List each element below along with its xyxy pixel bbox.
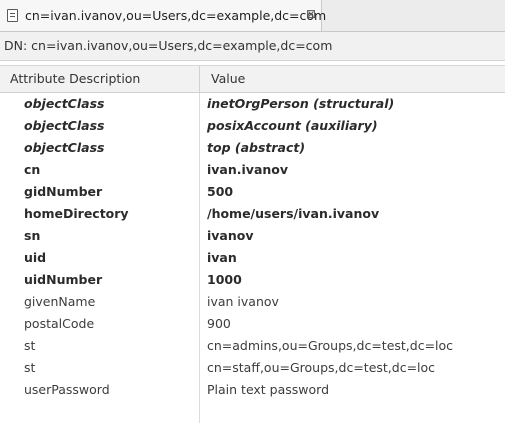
table-row[interactable]: homeDirectory/home/users/ivan.ivanov bbox=[0, 203, 505, 225]
dn-bar: DN: cn=ivan.ivanov,ou=Users,dc=example,d… bbox=[0, 32, 505, 61]
attribute-cell[interactable]: objectClass bbox=[0, 137, 200, 159]
column-header-value[interactable]: Value bbox=[201, 66, 505, 92]
attribute-cell[interactable]: cn bbox=[0, 159, 200, 181]
attribute-cell[interactable]: st bbox=[0, 357, 200, 379]
column-header-attribute-label: Attribute Description bbox=[10, 71, 141, 86]
table-row[interactable]: uid ivan bbox=[0, 247, 505, 269]
attribute-value: ivan.ivanov bbox=[207, 162, 289, 177]
tab-title[interactable]: cn=ivan.ivanov,ou=Users,dc=example,dc=co… bbox=[25, 8, 326, 23]
attribute-cell[interactable]: homeDirectory bbox=[0, 203, 200, 225]
attribute-value: posixAccount (auxiliary) bbox=[207, 118, 378, 133]
close-icon[interactable]: ⊠ bbox=[305, 8, 317, 20]
table-row[interactable]: userPassword Plain text password bbox=[0, 379, 505, 401]
attribute-cell[interactable]: sn bbox=[0, 225, 200, 247]
attribute-name: userPassword bbox=[24, 382, 110, 397]
attribute-value: 1000 bbox=[207, 272, 242, 287]
table-row[interactable]: st cn=admins,ou=Groups,dc=test,dc=loc bbox=[0, 335, 505, 357]
attribute-name: homeDirectory bbox=[24, 206, 129, 221]
attribute-cell[interactable]: userPassword bbox=[0, 379, 200, 401]
table-row[interactable]: givenName ivan ivanov bbox=[0, 291, 505, 313]
table-row[interactable]: gidNumber 500 bbox=[0, 181, 505, 203]
attribute-value: cn=staff,ou=Groups,dc=test,dc=loc bbox=[207, 360, 436, 375]
attribute-cell[interactable]: st bbox=[0, 335, 200, 357]
table-row[interactable]: sn ivanov bbox=[0, 225, 505, 247]
attribute-value: Plain text password bbox=[207, 382, 330, 397]
editor-tab-bar: cn=ivan.ivanov,ou=Users,dc=example,dc=co… bbox=[0, 0, 505, 32]
column-header-attribute[interactable]: Attribute Description bbox=[0, 66, 200, 92]
attribute-value: /home/users/ivan.ivanov bbox=[207, 206, 380, 221]
attribute-name: postalCode bbox=[24, 316, 95, 331]
attribute-name: gidNumber bbox=[24, 184, 103, 199]
attribute-cell[interactable]: uid bbox=[0, 247, 200, 269]
table-row[interactable]: objectClass inetOrgPerson (structural) bbox=[0, 93, 505, 115]
table-row[interactable]: st cn=staff,ou=Groups,dc=test,dc=loc bbox=[0, 357, 505, 379]
attribute-cell[interactable]: objectClass bbox=[0, 93, 200, 115]
attribute-cell[interactable]: uidNumber bbox=[0, 269, 200, 291]
attribute-name: givenName bbox=[24, 294, 96, 309]
attribute-name: cn bbox=[24, 162, 41, 177]
table-row[interactable]: objectClass top (abstract) bbox=[0, 137, 505, 159]
table-empty-area bbox=[0, 401, 505, 428]
attribute-value: ivan ivanov bbox=[207, 294, 279, 309]
entry-editor-tab[interactable]: cn=ivan.ivanov,ou=Users,dc=example,dc=co… bbox=[0, 0, 326, 31]
attribute-value: top (abstract) bbox=[207, 140, 306, 155]
attribute-name: sn bbox=[24, 228, 41, 243]
attribute-name: objectClass bbox=[24, 118, 105, 133]
entry-icon bbox=[7, 9, 18, 22]
table-header: Attribute Description Value bbox=[0, 65, 505, 93]
table-row[interactable]: postalCode 900 bbox=[0, 313, 505, 335]
attribute-name: objectClass bbox=[24, 96, 105, 111]
table-row[interactable]: objectClass posixAccount (auxiliary) bbox=[0, 115, 505, 137]
attribute-name: st bbox=[24, 338, 36, 353]
dn-label: DN: cn=ivan.ivanov,ou=Users,dc=example,d… bbox=[4, 38, 333, 53]
attribute-value: 900 bbox=[207, 316, 231, 331]
attribute-value: inetOrgPerson (structural) bbox=[207, 96, 395, 111]
attribute-value: 500 bbox=[207, 184, 234, 199]
table-row[interactable]: cn ivan.ivanov bbox=[0, 159, 505, 181]
table-row[interactable]: uidNumber 1000 bbox=[0, 269, 505, 291]
attribute-value: ivan bbox=[207, 250, 237, 265]
column-header-value-label: Value bbox=[211, 71, 246, 86]
attribute-name: st bbox=[24, 360, 36, 375]
attribute-name: uid bbox=[24, 250, 47, 265]
attribute-cell[interactable]: postalCode bbox=[0, 313, 200, 335]
attribute-cell[interactable]: gidNumber bbox=[0, 181, 200, 203]
attribute-cell[interactable]: objectClass bbox=[0, 115, 200, 137]
attribute-value: ivanov bbox=[207, 228, 254, 243]
attribute-name: uidNumber bbox=[24, 272, 103, 287]
attribute-name: objectClass bbox=[24, 140, 105, 155]
attribute-table: objectClass inetOrgPerson (structural) obj… bbox=[0, 93, 505, 428]
column-divider bbox=[0, 401, 200, 423]
attribute-cell[interactable]: givenName bbox=[0, 291, 200, 313]
attribute-value: cn=admins,ou=Groups,dc=test,dc=loc bbox=[207, 338, 454, 353]
